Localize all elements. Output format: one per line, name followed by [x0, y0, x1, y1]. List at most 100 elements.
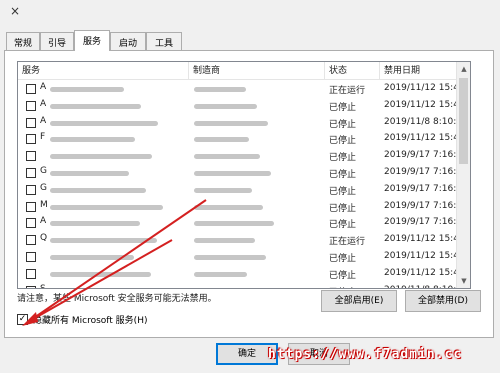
service-checkbox[interactable] [26, 168, 36, 178]
tab-general[interactable]: 常规 [6, 32, 40, 50]
blurred-manufacturer [194, 187, 252, 193]
security-note: 请注意，某些 Microsoft 安全服务可能无法禁用。 [17, 294, 217, 304]
service-status: 已停止 [329, 153, 357, 164]
services-list[interactable]: 服务 制造商 状态 禁用日期 A 正在运行 2019/11/12 15:4... A 已… [17, 61, 471, 289]
blurred-service-name [50, 87, 124, 92]
service-checkbox[interactable] [26, 100, 36, 111]
tab-services[interactable]: 服务 [74, 30, 110, 51]
column-header-disabled-date[interactable]: 禁用日期 [380, 62, 458, 80]
blurred-manufacturer [194, 238, 255, 244]
blurred-manufacturer [194, 137, 249, 143]
list-item[interactable]: A 已停止 2019/11/8 8:10:02 [18, 115, 470, 132]
services-panel: 服务 制造商 状态 禁用日期 A 正在运行 2019/11/12 15:4... A 已… [4, 50, 494, 338]
service-disabled-date: 2019/11/12 15:4... [384, 133, 468, 144]
scroll-down-icon[interactable]: ▼ [457, 274, 470, 288]
blurred-service-name [50, 137, 135, 143]
column-header-service[interactable]: 服务 [18, 62, 189, 80]
list-item[interactable]: A 已停止 2019/9/17 7:16:35 [18, 215, 470, 232]
service-checkbox[interactable] [26, 151, 36, 162]
list-item[interactable]: 已停止 2019/11/12 15:4... [18, 249, 470, 266]
service-name: A [40, 98, 47, 109]
blurred-service-name [50, 120, 158, 126]
service-name: G [40, 182, 47, 193]
service-checkbox[interactable] [26, 268, 36, 279]
list-item[interactable]: S已停止2019/11/8 8:10:02 [18, 283, 470, 289]
service-name: Q [40, 233, 48, 244]
blurred-manufacturer [194, 255, 266, 260]
service-status: 已停止 [329, 186, 357, 197]
blurred-service-name [50, 103, 141, 109]
column-header-manufacturer[interactable]: 制造商 [189, 62, 325, 80]
service-checkbox[interactable] [26, 134, 36, 145]
service-name: A [40, 82, 47, 92]
service-disabled-date: 2019/11/12 15:4... [384, 83, 468, 93]
service-checkbox[interactable] [26, 235, 36, 246]
service-disabled-date: 2019/11/12 15:4... [384, 267, 468, 278]
blurred-service-name [50, 238, 157, 244]
service-status: 正在运行 [329, 237, 366, 248]
service-status: 已停止 [329, 102, 357, 113]
service-name: M [40, 199, 48, 210]
service-name: G [40, 166, 47, 176]
enable-all-button[interactable]: 全部启用(E) [321, 290, 397, 312]
blurred-service-name [50, 221, 140, 227]
service-checkbox[interactable] [26, 285, 36, 288]
service-checkbox[interactable] [26, 117, 36, 128]
service-status: 正在运行 [329, 86, 366, 96]
service-name: S [40, 283, 46, 289]
list-item[interactable]: G 已停止 2019/9/17 7:16:35 [18, 165, 470, 182]
hide-microsoft-services-label: 隐藏所有 Microsoft 服务(H) [33, 316, 148, 326]
service-status: 已停止 [329, 119, 357, 130]
blurred-service-name [50, 154, 152, 160]
tab-tools[interactable]: 工具 [146, 32, 182, 50]
list-item[interactable]: A 正在运行 2019/11/12 15:4... [18, 81, 470, 98]
blurred-manufacturer [194, 271, 247, 277]
service-status: 已停止 [329, 136, 357, 147]
hide-microsoft-services-checkbox[interactable]: ✓ [17, 314, 28, 325]
service-checkbox[interactable] [26, 184, 36, 195]
list-item[interactable]: G 已停止 2019/9/17 7:16:35 [18, 182, 470, 199]
service-checkbox[interactable] [26, 201, 36, 212]
service-status: 已停止 [329, 220, 357, 231]
service-checkbox[interactable] [26, 252, 36, 262]
service-status: 已停止 [329, 270, 357, 281]
scrollbar-thumb[interactable] [459, 78, 468, 164]
service-status: 已停止 [329, 203, 357, 214]
list-item[interactable]: Q 正在运行 2019/11/12 15:4... [18, 232, 470, 249]
service-disabled-date: 2019/11/12 15:4... [384, 234, 468, 245]
blurred-service-name [50, 187, 146, 193]
blurred-manufacturer [194, 120, 268, 126]
blurred-service-name [50, 271, 151, 277]
blurred-manufacturer [194, 204, 263, 210]
service-checkbox[interactable] [26, 84, 36, 94]
blurred-manufacturer [194, 154, 260, 160]
blurred-manufacturer [194, 171, 271, 176]
service-name: A [40, 216, 47, 227]
list-item[interactable]: 已停止 2019/9/17 7:16:35 [18, 148, 470, 165]
service-checkbox[interactable] [26, 218, 36, 229]
service-disabled-date: 2019/11/12 15:4... [384, 251, 468, 261]
watermark-text: https://www.f7admin.cc [268, 347, 463, 362]
blurred-service-name [50, 204, 163, 210]
blurred-manufacturer [194, 221, 274, 227]
scroll-up-icon[interactable]: ▲ [457, 62, 470, 76]
tab-boot[interactable]: 引导 [40, 32, 74, 50]
vertical-scrollbar[interactable]: ▲ ▼ [456, 62, 470, 288]
list-item[interactable]: A 已停止 2019/11/12 15:4... [18, 98, 470, 115]
blurred-manufacturer [194, 87, 246, 92]
service-disabled-date: 2019/11/12 15:4... [384, 99, 468, 110]
blurred-manufacturer [194, 103, 257, 109]
blurred-service-name [50, 255, 134, 260]
column-header-status[interactable]: 状态 [325, 62, 380, 80]
disable-all-button[interactable]: 全部禁用(D) [405, 290, 481, 312]
tab-startup[interactable]: 启动 [110, 32, 146, 50]
service-status: 已停止 [329, 285, 356, 289]
list-item[interactable]: 已停止 2019/11/12 15:4... [18, 266, 470, 283]
blurred-service-name [50, 171, 129, 176]
service-name: A [40, 115, 47, 126]
list-header: 服务 制造商 状态 禁用日期 [18, 62, 470, 80]
close-icon[interactable]: × [8, 4, 22, 18]
list-item[interactable]: M 已停止 2019/9/17 7:16:35 [18, 199, 470, 216]
list-item[interactable]: F 已停止 2019/11/12 15:4... [18, 131, 470, 148]
service-name: F [40, 132, 46, 143]
